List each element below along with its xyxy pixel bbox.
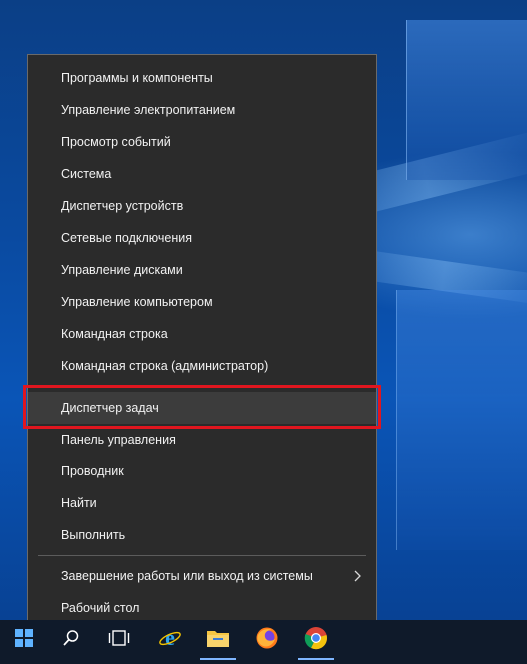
chrome-icon <box>304 626 328 655</box>
menu-item-system[interactable]: Система <box>28 158 376 190</box>
menu-item-shutdown-label: Завершение работы или выход из системы <box>61 569 313 583</box>
menu-item-event-viewer[interactable]: Просмотр событий <box>28 126 376 158</box>
menu-item-network-connections[interactable]: Сетевые подключения <box>28 222 376 254</box>
windows-start-icon <box>15 628 33 652</box>
search-icon <box>62 629 80 652</box>
wallpaper-window-pane <box>396 290 527 550</box>
firefox-icon <box>255 626 279 655</box>
menu-item-search[interactable]: Найти <box>28 487 376 519</box>
winx-context-menu: Программы и компоненты Управление электр… <box>27 54 377 630</box>
menu-separator <box>38 555 366 556</box>
menu-item-shutdown-or-sign-out[interactable]: Завершение работы или выход из системы <box>28 560 376 592</box>
menu-item-disk-management[interactable]: Управление дисками <box>28 254 376 286</box>
menu-item-file-explorer[interactable]: Проводник <box>28 455 376 487</box>
firefox-button[interactable] <box>243 620 291 660</box>
menu-item-power-options[interactable]: Управление электропитанием <box>28 94 376 126</box>
wallpaper-window-pane <box>406 20 527 180</box>
menu-item-programs-and-features[interactable]: Программы и компоненты <box>28 62 376 94</box>
start-button[interactable] <box>0 620 48 660</box>
task-view-button[interactable] <box>95 620 143 660</box>
menu-item-computer-management[interactable]: Управление компьютером <box>28 286 376 318</box>
menu-item-run[interactable]: Выполнить <box>28 519 376 551</box>
taskbar: e <box>0 620 527 664</box>
menu-item-task-manager[interactable]: Диспетчер задач <box>28 392 376 424</box>
svg-text:e: e <box>165 626 175 650</box>
menu-item-control-panel[interactable]: Панель управления <box>28 424 376 456</box>
internet-explorer-icon: e <box>158 625 182 655</box>
desktop-background: Программы и компоненты Управление электр… <box>0 0 527 664</box>
file-explorer-icon <box>206 628 230 653</box>
search-button[interactable] <box>47 620 95 660</box>
menu-item-command-prompt-admin[interactable]: Командная строка (администратор) <box>28 350 376 382</box>
chevron-right-icon <box>352 560 364 592</box>
menu-item-device-manager[interactable]: Диспетчер устройств <box>28 190 376 222</box>
task-view-icon <box>108 629 130 652</box>
menu-separator <box>38 385 366 386</box>
file-explorer-button[interactable] <box>194 620 242 660</box>
chrome-button[interactable] <box>292 620 340 660</box>
menu-item-command-prompt[interactable]: Командная строка <box>28 318 376 350</box>
internet-explorer-button[interactable]: e <box>146 620 194 660</box>
